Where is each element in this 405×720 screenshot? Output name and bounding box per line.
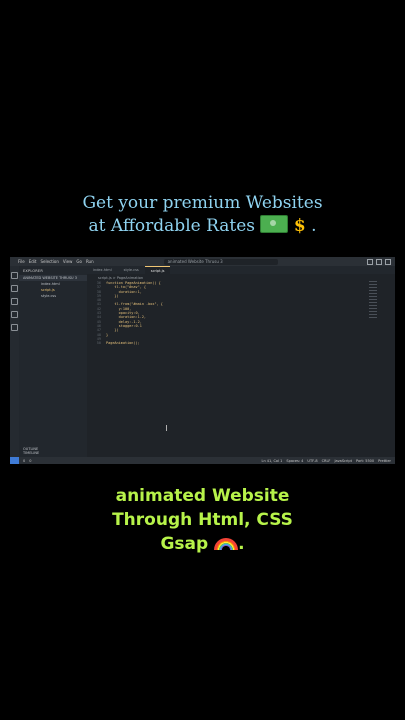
status-indent[interactable]: Spaces: 4 bbox=[286, 459, 303, 463]
menu-edit[interactable]: Edit bbox=[29, 259, 37, 264]
timeline-section[interactable]: TIMELINE bbox=[23, 451, 39, 455]
money-icon bbox=[260, 215, 289, 233]
vscode-window: File Edit Selection View Go Run animated… bbox=[10, 257, 395, 464]
titlebar: File Edit Selection View Go Run animated… bbox=[10, 257, 395, 266]
explorer-header: EXPLORER bbox=[23, 269, 43, 273]
tab-index-html[interactable]: index.html bbox=[87, 266, 118, 274]
explorer-icon[interactable] bbox=[11, 272, 18, 279]
command-center[interactable]: animated Website Thrusu 3 bbox=[163, 258, 278, 265]
search-icon[interactable] bbox=[11, 285, 18, 292]
line-text: PageAnimation(); bbox=[106, 341, 140, 346]
menu-selection[interactable]: Selection bbox=[40, 259, 58, 264]
menu-run[interactable]: Run bbox=[86, 259, 94, 264]
breadcrumb[interactable]: script.js > PageAnimation bbox=[98, 276, 143, 280]
errors-count[interactable]: 0 bbox=[23, 459, 25, 463]
explorer-panel: EXPLORER ANIMATED WEBSITE THRUSU 3 index… bbox=[19, 266, 87, 457]
menu-view[interactable]: View bbox=[63, 259, 73, 264]
line-text: }) bbox=[106, 293, 119, 298]
tab-script-js[interactable]: script.js bbox=[144, 266, 171, 274]
tab-style-css[interactable]: style.css bbox=[118, 266, 145, 274]
menu-bar: File Edit Selection View Go Run bbox=[10, 259, 94, 264]
status-bar: 0 0 Ln 41, Col 1 Spaces: 4 UTF-8 CRLF Ja… bbox=[10, 457, 395, 464]
explorer-bottom-sections: OUTLINE TIMELINE bbox=[19, 447, 39, 455]
caption-line-4: Through Html, CSS bbox=[112, 510, 293, 530]
warnings-count[interactable]: 0 bbox=[29, 459, 31, 463]
caption-line-2: at Affordable Rates $ . bbox=[88, 215, 317, 236]
code-editor[interactable]: 36 function PageAnimation() {37 tl.to("#n… bbox=[87, 281, 357, 345]
status-left: 0 0 bbox=[19, 459, 31, 463]
promo-caption-top: Get your premium Websites at Affordable … bbox=[0, 192, 405, 238]
source-control-icon[interactable] bbox=[11, 298, 18, 305]
status-encoding[interactable]: UTF-8 bbox=[307, 459, 317, 463]
status-language[interactable]: JavaScript bbox=[334, 459, 352, 463]
activity-bar bbox=[10, 266, 19, 457]
dollar-icon: $ bbox=[293, 216, 306, 236]
mouse-cursor bbox=[166, 425, 167, 431]
minimap[interactable] bbox=[369, 281, 377, 339]
file-style-css[interactable]: style.css bbox=[19, 293, 87, 299]
maximize-icon[interactable] bbox=[376, 258, 382, 265]
close-icon[interactable] bbox=[385, 258, 391, 265]
caption-line-1: Get your premium Websites bbox=[82, 193, 323, 213]
caption-line-5: Gsap . bbox=[160, 534, 245, 554]
minimize-icon[interactable] bbox=[367, 258, 373, 265]
line-text: } bbox=[106, 332, 109, 337]
remote-indicator[interactable] bbox=[10, 457, 19, 464]
status-prettier[interactable]: Prettier bbox=[378, 459, 391, 463]
status-eol[interactable]: CRLF bbox=[322, 459, 331, 463]
status-position[interactable]: Ln 41, Col 1 bbox=[262, 459, 283, 463]
window-controls bbox=[367, 258, 395, 265]
editor-tabs: index.html style.css script.js bbox=[87, 266, 395, 274]
code-line[interactable]: 50 PageAnimation(); bbox=[87, 341, 357, 345]
status-live-server[interactable]: Port: 5500 bbox=[356, 459, 374, 463]
rainbow-icon bbox=[214, 538, 239, 550]
run-debug-icon[interactable] bbox=[11, 311, 18, 318]
line-number: 50 bbox=[96, 341, 101, 346]
promo-caption-bottom: animated Website Through Html, CSS Gsap … bbox=[0, 484, 405, 556]
menu-file[interactable]: File bbox=[18, 259, 25, 264]
caption-line-3: animated Website bbox=[115, 486, 290, 506]
status-right: Ln 41, Col 1 Spaces: 4 UTF-8 CRLF JavaSc… bbox=[262, 459, 395, 463]
extensions-icon[interactable] bbox=[11, 324, 18, 331]
menu-go[interactable]: Go bbox=[76, 259, 82, 264]
